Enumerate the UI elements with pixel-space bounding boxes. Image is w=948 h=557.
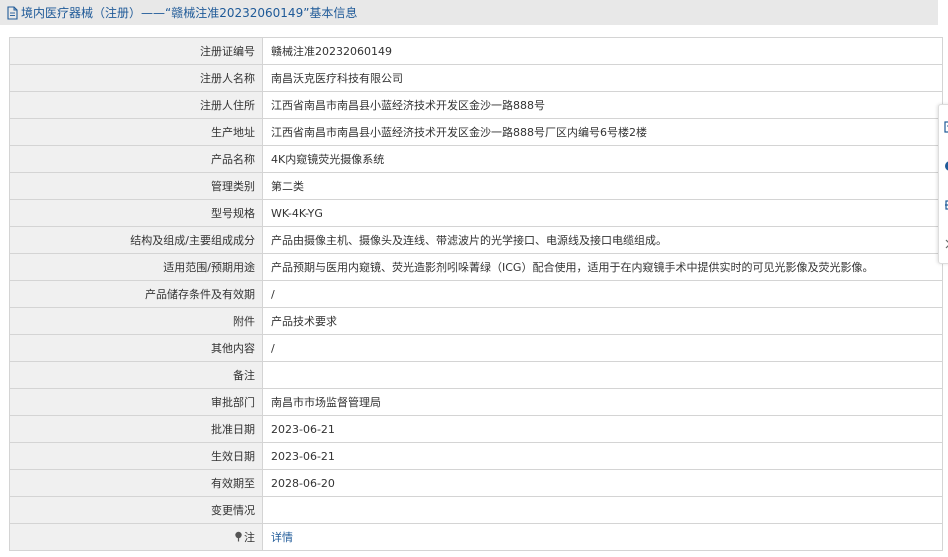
field-label: 适用范围/预期用途	[9, 253, 263, 281]
close-icon[interactable]	[944, 238, 948, 250]
field-label: 注册证编号	[9, 37, 263, 65]
field-value	[262, 496, 943, 524]
table-row-note: 注 详情	[9, 523, 943, 551]
table-row: 变更情况	[9, 496, 943, 524]
table-row: 注册人名称 南昌沃克医疗科技有限公司	[9, 64, 943, 92]
field-value: 南昌沃克医疗科技有限公司	[262, 64, 943, 92]
table-row: 适用范围/预期用途 产品预期与医用内窥镜、荧光造影剂吲哚菁绿（ICG）配合使用，适…	[9, 253, 943, 281]
field-value: 产品技术要求	[262, 307, 943, 335]
field-label: 注册人住所	[9, 91, 263, 119]
field-label: 批准日期	[9, 415, 263, 443]
table-row: 型号规格 WK-4K-YG	[9, 199, 943, 227]
table-row: 审批部门 南昌市市场监督管理局	[9, 388, 943, 416]
table-row: 注册证编号 赣械注准20232060149	[9, 37, 943, 65]
field-value: /	[262, 280, 943, 308]
field-value: 2023-06-21	[262, 415, 943, 443]
settings-icon[interactable]	[944, 199, 948, 211]
field-value: /	[262, 334, 943, 362]
field-value	[262, 361, 943, 389]
field-value: 赣械注准20232060149	[262, 37, 943, 65]
info-icon[interactable]	[944, 160, 948, 172]
details-link[interactable]: 详情	[271, 531, 293, 544]
field-label: 变更情况	[9, 496, 263, 524]
table-row: 管理类别 第二类	[9, 172, 943, 200]
table-row: 产品储存条件及有效期 /	[9, 280, 943, 308]
table-row: 产品名称 4K内窥镜荧光摄像系统	[9, 145, 943, 173]
page-header: 境内医疗器械（注册）——“赣械注准20232060149”基本信息	[0, 0, 938, 25]
field-label: 管理类别	[9, 172, 263, 200]
note-label: 注	[244, 531, 255, 544]
document-icon	[6, 5, 19, 20]
field-label: 产品储存条件及有效期	[9, 280, 263, 308]
field-value: 4K内窥镜荧光摄像系统	[262, 145, 943, 173]
registration-info-table: 注册证编号 赣械注准20232060149 注册人名称 南昌沃克医疗科技有限公司 注册人…	[9, 37, 943, 551]
table-row: 附件 产品技术要求	[9, 307, 943, 335]
field-label: 产品名称	[9, 145, 263, 173]
floating-toolbar	[938, 104, 948, 264]
edit-icon[interactable]	[944, 121, 948, 133]
field-value: 第二类	[262, 172, 943, 200]
table-row: 批准日期 2023-06-21	[9, 415, 943, 443]
field-value: 产品由摄像主机、摄像头及连线、带滤波片的光学接口、电源线及接口电缆组成。	[262, 226, 943, 254]
field-value: 南昌市市场监督管理局	[262, 388, 943, 416]
info-table-body: 注册证编号 赣械注准20232060149 注册人名称 南昌沃克医疗科技有限公司 注册人…	[9, 37, 943, 551]
field-value-note: 详情	[262, 523, 943, 551]
table-row: 生效日期 2023-06-21	[9, 442, 943, 470]
field-label: 审批部门	[9, 388, 263, 416]
page-title: 境内医疗器械（注册）——“赣械注准20232060149”基本信息	[21, 6, 358, 20]
table-row: 结构及组成/主要组成成分 产品由摄像主机、摄像头及连线、带滤波片的光学接口、电源线…	[9, 226, 943, 254]
field-value: 产品预期与医用内窥镜、荧光造影剂吲哚菁绿（ICG）配合使用，适用于在内窥镜手术中…	[262, 253, 943, 281]
field-label: 注册人名称	[9, 64, 263, 92]
table-row: 备注	[9, 361, 943, 389]
pin-icon	[234, 531, 243, 545]
field-label: 有效期至	[9, 469, 263, 497]
field-label: 生效日期	[9, 442, 263, 470]
field-label-note: 注	[9, 523, 263, 551]
field-label: 其他内容	[9, 334, 263, 362]
field-value: 2028-06-20	[262, 469, 943, 497]
field-label: 结构及组成/主要组成成分	[9, 226, 263, 254]
field-label: 生产地址	[9, 118, 263, 146]
table-row: 其他内容 /	[9, 334, 943, 362]
table-row: 注册人住所 江西省南昌市南昌县小蓝经济技术开发区金沙一路888号	[9, 91, 943, 119]
field-value: 江西省南昌市南昌县小蓝经济技术开发区金沙一路888号厂区内编号6号楼2楼	[262, 118, 943, 146]
field-value: 江西省南昌市南昌县小蓝经济技术开发区金沙一路888号	[262, 91, 943, 119]
field-value: WK-4K-YG	[262, 199, 943, 227]
field-label: 附件	[9, 307, 263, 335]
field-label: 型号规格	[9, 199, 263, 227]
table-row: 有效期至 2028-06-20	[9, 469, 943, 497]
field-value: 2023-06-21	[262, 442, 943, 470]
table-row: 生产地址 江西省南昌市南昌县小蓝经济技术开发区金沙一路888号厂区内编号6号楼2楼	[9, 118, 943, 146]
field-label: 备注	[9, 361, 263, 389]
